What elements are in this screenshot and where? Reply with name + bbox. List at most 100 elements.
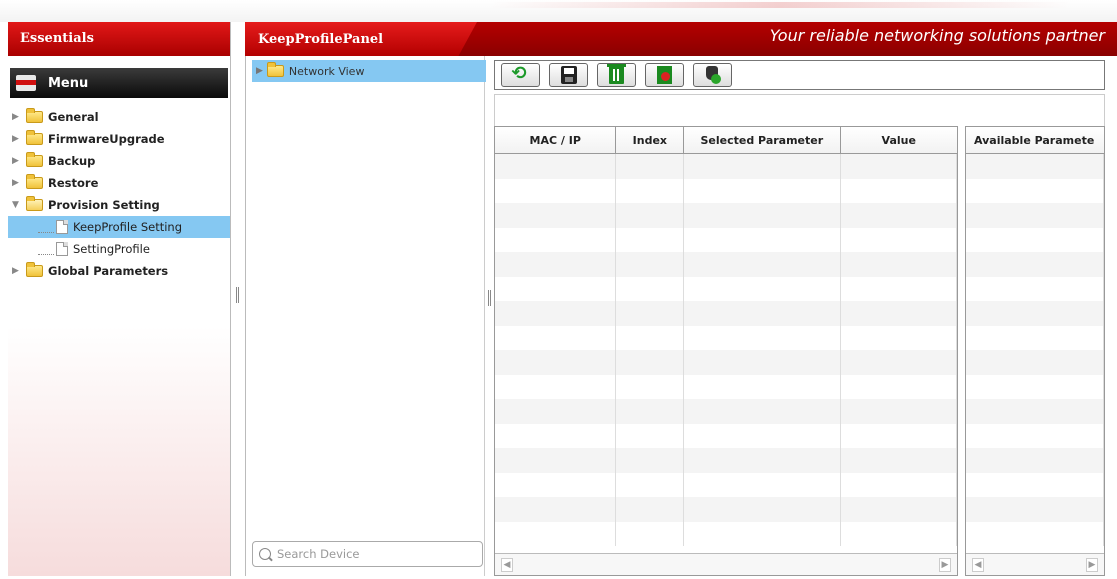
table-cell [684,227,841,252]
scroll-left-icon[interactable]: ◀ [501,557,513,572]
sidebar-item-label: SettingProfile [73,242,150,256]
table-cell [616,472,685,497]
table-row[interactable] [966,301,1104,326]
grid-body [495,154,957,547]
sidebar-item-general[interactable]: ▶ General [8,106,230,128]
table-cell [684,301,841,326]
table-row[interactable] [495,325,957,350]
menu-label: Menu [48,75,89,91]
sidebar-item-label: FirmwareUpgrade [48,132,165,146]
table-row[interactable] [495,178,957,203]
table-row[interactable] [495,521,957,546]
sidebar-item-backup[interactable]: ▶ Backup [8,150,230,172]
folder-icon [26,262,43,277]
scroll-right-icon[interactable]: ▶ [1086,557,1098,572]
table-row[interactable] [966,374,1104,399]
column-header-value[interactable]: Value [841,127,958,153]
horizontal-scrollbar[interactable]: ◀ ▶ [495,553,957,575]
table-row[interactable] [966,325,1104,350]
sidebar-item-global-parameters[interactable]: ▶ Global Parameters [8,260,230,282]
table-row[interactable] [966,203,1104,228]
sidebar-tree: ▶ General ▶ FirmwareUpgrade ▶ Backup ▶ R… [8,106,230,282]
table-row[interactable] [966,472,1104,497]
network-view-node[interactable]: ▶ Network View [252,60,486,82]
table-cell [495,350,617,375]
delete-selected-button[interactable] [645,63,684,87]
table-cell [495,374,617,399]
table-row[interactable] [495,276,957,301]
save-button[interactable] [549,63,588,87]
scroll-right-icon[interactable]: ▶ [939,557,951,572]
table-cell [495,276,617,301]
main-header: KeepProfilePanel Your reliable networkin… [245,22,1117,56]
table-row[interactable] [495,374,957,399]
sidebar-splitter-handle[interactable] [236,287,239,303]
expand-arrow-icon[interactable]: ▶ [12,156,26,166]
table-cell [966,252,1104,277]
sidebar-item-provision-setting[interactable]: ▼ Provision Setting [8,194,230,216]
panel-splitter-handle[interactable] [488,290,491,306]
table-row[interactable] [495,203,957,228]
table-row[interactable] [966,497,1104,522]
table-row[interactable] [495,423,957,448]
sidebar-item-firmwareupgrade[interactable]: ▶ FirmwareUpgrade [8,128,230,150]
table-row[interactable] [495,472,957,497]
table-cell [495,325,617,350]
column-header-mac-ip[interactable]: MAC / IP [495,127,617,153]
table-cell [966,448,1104,473]
table-cell [841,178,957,203]
table-cell [841,203,957,228]
table-cell [495,227,617,252]
sidebar-item-settingprofile[interactable]: SettingProfile [8,238,230,260]
table-cell [966,472,1104,497]
apply-button[interactable] [693,63,732,87]
search-device-input[interactable]: Search Device [252,541,483,567]
table-row[interactable] [495,497,957,522]
table-row[interactable] [495,154,957,179]
sidebar-item-label: KeepProfile Setting [73,220,183,234]
table-row[interactable] [966,399,1104,424]
table-cell [966,423,1104,448]
table-row[interactable] [966,448,1104,473]
table-cell [966,178,1104,203]
table-row[interactable] [495,252,957,277]
expand-arrow-icon[interactable]: ▶ [12,134,26,144]
table-cell [966,399,1104,424]
table-cell [616,374,685,399]
table-row[interactable] [495,448,957,473]
expand-arrow-icon[interactable]: ▶ [12,112,26,122]
trash-remove-icon [657,66,672,84]
table-row[interactable] [966,178,1104,203]
table-row[interactable] [966,154,1104,179]
table-row[interactable] [966,252,1104,277]
table-cell [966,276,1104,301]
table-row[interactable] [495,399,957,424]
network-tree-panel: ▶ Network View Search Device [245,56,486,576]
refresh-button[interactable] [501,63,540,87]
column-header-available-parameter[interactable]: Available Paramete [966,127,1104,153]
table-row[interactable] [495,301,957,326]
table-row[interactable] [495,227,957,252]
table-cell [495,154,617,179]
expand-arrow-icon[interactable]: ▶ [256,66,263,76]
menu-bar[interactable]: Menu [10,68,228,98]
column-header-index[interactable]: Index [616,127,685,153]
scroll-left-icon[interactable]: ◀ [972,557,984,572]
sidebar-item-keepprofile-setting[interactable]: KeepProfile Setting [8,216,230,238]
expand-arrow-icon[interactable]: ▶ [12,178,26,188]
collapse-arrow-icon[interactable]: ▼ [12,200,26,210]
expand-arrow-icon[interactable]: ▶ [12,266,26,276]
table-row[interactable] [966,350,1104,375]
sidebar-item-restore[interactable]: ▶ Restore [8,172,230,194]
sidebar-item-label: Backup [48,154,96,168]
table-row[interactable] [495,350,957,375]
table-cell [495,423,617,448]
horizontal-scrollbar[interactable]: ◀ ▶ [966,553,1104,575]
table-row[interactable] [966,276,1104,301]
delete-button[interactable] [597,63,636,87]
sidebar-item-label: General [48,110,99,124]
column-header-selected-parameter[interactable]: Selected Parameter [684,127,841,153]
table-row[interactable] [966,521,1104,546]
table-row[interactable] [966,227,1104,252]
table-row[interactable] [966,423,1104,448]
